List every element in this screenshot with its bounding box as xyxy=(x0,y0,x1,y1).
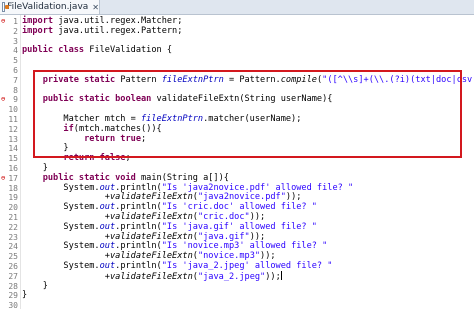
editor-tab-bar: FileValidation.java ✕ xyxy=(0,0,474,15)
code-token: "Is 'java.gif' allowed file? " xyxy=(161,221,317,232)
code-token: .matcher(userName); xyxy=(203,114,302,124)
code-token: )); xyxy=(260,251,276,262)
code-token: } xyxy=(22,143,69,154)
code-token: )); xyxy=(285,192,302,203)
code-token: public static boolean xyxy=(22,94,157,105)
code-token: System. xyxy=(22,202,100,213)
code-token: "Is 'novice.mp3' allowed file? " xyxy=(161,241,328,252)
code-token: System. xyxy=(22,182,100,193)
code-token: return false xyxy=(63,153,126,164)
line-number-gutter: 1 ⊖ 2 3 4 5 6 7 8 9 ⊖ 10 11 12 13 14 15 16 17 ⊖ 18 19 20 21 22 23… xyxy=(0,15,21,309)
code-token: .println( xyxy=(115,221,162,232)
fold-icon[interactable]: ⊖ xyxy=(1,174,8,183)
fold-icon[interactable]: ⊖ xyxy=(1,17,8,26)
code-token: public static void xyxy=(22,172,141,183)
code-token: + xyxy=(22,251,110,262)
code-token: (mtch.matches()){ xyxy=(73,123,162,134)
code-token: Pattern xyxy=(120,74,162,85)
code-token: public class xyxy=(22,45,90,56)
code-token: )); xyxy=(249,212,266,222)
code-token: "novice.mp3" xyxy=(197,251,261,262)
code-token: "Is 'java_2.jpeg' allowed file? " xyxy=(161,261,333,271)
code-token: out xyxy=(99,182,116,193)
code-token: FileValidation { xyxy=(89,45,173,56)
code-token: System. xyxy=(22,221,100,232)
code-token: "java.gif" xyxy=(197,231,250,242)
text-cursor xyxy=(280,270,282,280)
code-token: compile xyxy=(280,74,317,85)
code-token: out xyxy=(99,241,116,252)
code-token: System. xyxy=(22,241,100,252)
code-token: "([^\\s]+(\\.(?i)(txt|doc|csv|pdf))$)" xyxy=(322,74,474,85)
code-token: validateFileExtn xyxy=(109,251,193,262)
code-token: )); xyxy=(249,231,266,242)
code-token: java.util.regex.Matcher; xyxy=(58,16,183,26)
code-token: out xyxy=(99,261,116,271)
code-text-area[interactable]: import java.util.regex.Matcher; import ja… xyxy=(20,15,474,309)
fold-icon[interactable]: ⊖ xyxy=(1,95,8,104)
code-token: validateFileExtn xyxy=(109,212,193,222)
tab-file-validation[interactable]: FileValidation.java ✕ xyxy=(0,0,100,14)
code-token: .println( xyxy=(115,202,162,213)
code-token: ; xyxy=(125,153,131,164)
code-token: "java2novice.pdf" xyxy=(197,192,286,203)
code-token: import xyxy=(22,16,59,26)
java-file-icon xyxy=(2,2,10,12)
code-token: return true xyxy=(84,133,142,144)
code-token: "Is 'cric.doc' allowed file? " xyxy=(161,202,317,213)
code-token: "Is 'java2novice.pdf' allowed file? " xyxy=(161,182,354,193)
code-token: System. xyxy=(22,261,100,271)
close-icon[interactable]: ✕ xyxy=(92,3,99,12)
code-token: Matcher mtch = xyxy=(22,114,141,124)
code-token: + xyxy=(22,192,110,203)
code-token: private static xyxy=(22,74,121,85)
code-token: ; xyxy=(141,133,147,144)
code-token: out xyxy=(99,202,116,213)
code-token: fileExtnPtrn xyxy=(161,74,224,85)
line-number: 30 xyxy=(8,301,18,309)
code-token: .println( xyxy=(115,261,162,271)
code-token: import xyxy=(22,25,59,36)
code-token: + xyxy=(22,212,110,222)
code-token: "cric.doc" xyxy=(197,212,250,222)
code-token: .println( xyxy=(115,241,162,252)
code-token: } xyxy=(22,280,48,291)
code-token: validateFileExtn(String userName){ xyxy=(156,94,333,105)
code-token: validateFileExtn xyxy=(109,231,193,242)
code-token: = Pattern. xyxy=(223,74,281,85)
code-token: } xyxy=(22,290,28,301)
code-editor-window: FileValidation.java ✕ 1 ⊖ 2 3 4 5 6 7 8 9 ⊖ 10 11 12 1… xyxy=(0,0,474,309)
code-token: out xyxy=(99,221,116,232)
code-token: validateFileExtn xyxy=(109,192,193,203)
code-token: .println( xyxy=(115,182,162,193)
code-token: fileExtnPtrn xyxy=(141,114,204,124)
code-token: if xyxy=(63,123,74,134)
code-token: java.util.regex.Pattern; xyxy=(58,25,183,36)
code-token: + xyxy=(22,231,110,242)
tab-label: FileValidation.java xyxy=(7,2,89,12)
code-token: } xyxy=(22,163,48,173)
code-token: main(String a[]){ xyxy=(141,172,229,183)
